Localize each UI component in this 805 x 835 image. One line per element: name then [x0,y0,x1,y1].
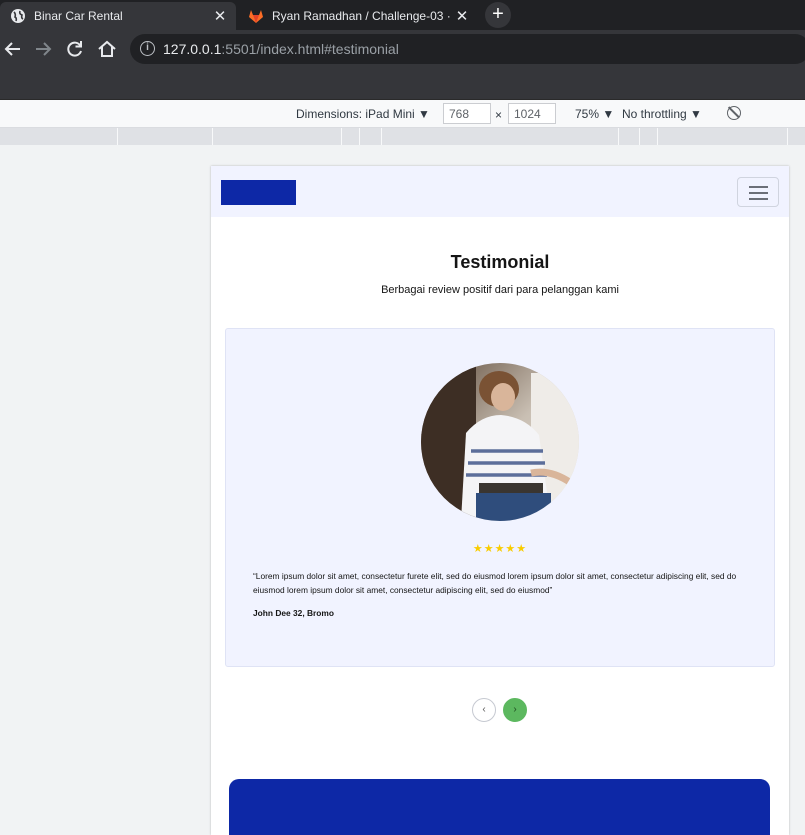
home-icon[interactable] [96,38,118,60]
device-dimensions-select[interactable]: Dimensions: iPad Mini ▼ [296,107,430,121]
site-info-icon[interactable]: i [140,41,155,56]
testimonial-title: Testimonial [450,252,550,272]
ruler-tick [639,128,640,145]
media-query-ruler[interactable] [0,128,805,145]
reload-icon[interactable] [64,38,86,60]
tab-title: Ryan Ramadhan / Challenge-03 · [272,9,451,23]
ruler-tick [618,128,619,145]
ruler-tick [212,128,213,145]
new-tab-button[interactable]: + [485,2,511,28]
close-tab-icon[interactable]: ✕ [210,7,230,25]
testimonial-subtitle: Berbagai review positif dari para pelang… [381,284,619,296]
dimension-times-sign: × [495,108,503,122]
emulated-viewport: Testimonial Berbagai review positif dari… [211,166,789,835]
tab-title: Binar Car Rental [34,9,123,23]
close-tab-icon[interactable]: ✕ [452,7,472,25]
forward-arrow-icon[interactable] [32,38,54,60]
tab-binar-car-rental[interactable]: Binar Car Rental ✕ [0,2,236,30]
ruler-tick [359,128,360,145]
address-bar[interactable]: i 127.0.0.1:5501/index.html#testimonial [130,34,805,64]
customer-avatar [421,363,579,521]
url-host: 127.0.0.1 [163,41,222,57]
hamburger-line [749,186,768,188]
browser-tab-strip: Binar Car Rental ✕ Ryan Ramadhan / Chall… [0,0,805,30]
menu-toggle-button[interactable] [737,177,779,207]
ruler-tick [381,128,382,145]
url-path: :5501/index.html#testimonial [221,41,399,57]
device-toolbar: Dimensions: iPad Mini ▼ 768 × 1024 75% ▼… [0,100,805,128]
throttling-select[interactable]: No throttling ▼ [622,107,702,121]
browser-toolbar: i 127.0.0.1:5501/index.html#testimonial [0,30,805,68]
next-slide-button[interactable]: › [503,698,527,722]
back-arrow-icon[interactable] [2,38,24,60]
hamburger-line [749,192,768,194]
globe-icon [11,9,25,23]
testimonial-quote: “Lorem ipsum dolor sit amet, consectetur… [253,571,737,595]
url-text: 127.0.0.1:5501/index.html#testimonial [163,41,399,57]
ruler-tick [787,128,788,145]
ruler-tick [657,128,658,145]
ruler-tick [117,128,118,145]
device-width-input[interactable]: 768 [443,103,491,124]
cta-banner [229,779,770,835]
tab-gitlab-challenge[interactable]: Ryan Ramadhan / Challenge-03 · ✕ [238,2,478,30]
device-height-input[interactable]: 1024 [508,103,556,124]
bookmark-bar [0,68,805,100]
hamburger-line [749,198,768,200]
zoom-select[interactable]: 75% ▼ [575,107,614,121]
ruler-tick [341,128,342,145]
gitlab-icon [249,10,263,23]
rotate-disabled-icon[interactable] [727,106,741,120]
testimonial-card: ★★★★★ “Lorem ipsum dolor sit amet, conse… [225,328,775,667]
previous-slide-button[interactable]: ‹ [472,698,496,722]
site-navbar [211,166,789,217]
rating-stars: ★★★★★ [472,543,528,555]
testimonial-author: John Dee 32, Bromo [253,608,334,618]
site-logo[interactable] [221,180,296,205]
